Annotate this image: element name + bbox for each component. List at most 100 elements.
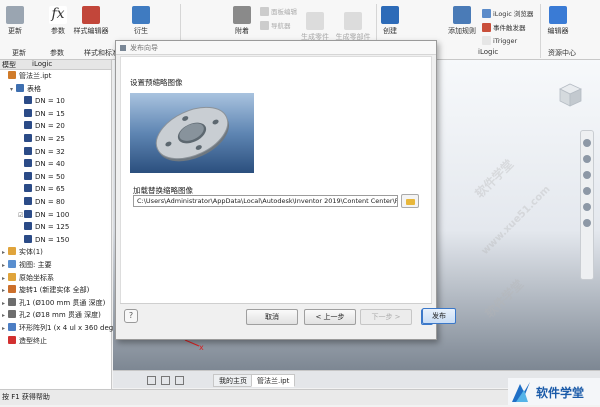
tree-node-icon (8, 310, 16, 319)
tree-node-icon (8, 335, 16, 344)
tree-item[interactable]: DN = 15 (18, 108, 65, 120)
panel-icon (260, 7, 269, 16)
tree-item-label: DN = 100 (35, 210, 70, 219)
viewcube-icon[interactable] (555, 80, 585, 110)
help-button[interactable]: ? (124, 309, 138, 323)
style-editor-button[interactable]: 样式编辑器 (72, 6, 110, 36)
event-trigger-item[interactable]: 事件触发器 (482, 22, 526, 32)
tab-my-home[interactable]: 我的主页 (213, 374, 253, 387)
cancel-button[interactable]: 取消 (246, 309, 298, 325)
tree-node-icon (24, 171, 32, 180)
tree-item-label: DN = 65 (35, 185, 65, 194)
generate-component-button[interactable]: 生成零部件 (334, 12, 372, 42)
tree-item[interactable]: ▸ 孔2 (Ø18 mm 贯通 深度) (2, 309, 101, 321)
tree-item[interactable]: ▸ 视图: 主要 (2, 259, 52, 271)
thumbnail-label: 设置预缩略图像 (130, 78, 183, 87)
tree-item[interactable]: 造型终止 (2, 335, 47, 347)
derive-icon (132, 6, 150, 24)
add-rule-button[interactable]: 添加规则 (446, 6, 478, 36)
tree-node-icon (24, 209, 32, 218)
tree-item[interactable]: DN = 40 (18, 158, 65, 170)
tree-node-icon (24, 96, 32, 105)
create-button[interactable]: 创建 (378, 6, 402, 36)
cascade-view-icon[interactable] (161, 376, 170, 385)
tree-item[interactable]: ▸ 孔1 (Ø100 mm 贯通 深度) (2, 297, 105, 309)
tree-node-icon (24, 159, 32, 168)
tree-item[interactable]: ▸ 环形阵列1 (x 4 ul x 360 deg) (2, 322, 116, 334)
tree-item[interactable]: DN = 80 (18, 196, 65, 208)
tree-item[interactable]: ▸ 实体(1) (2, 246, 43, 258)
look-at-icon[interactable] (583, 203, 591, 211)
tree-item[interactable]: DN = 32 (18, 146, 65, 158)
attach-button[interactable]: 附着 (228, 6, 256, 36)
navigator-icon (260, 21, 269, 30)
tree-item[interactable]: DN = 150 (18, 234, 69, 246)
group-label-parameters: 参数 (50, 49, 64, 57)
tab-flange-ipt[interactable]: 管法兰.ipt (251, 374, 296, 387)
panel-edit-item[interactable]: 面板编辑 (260, 6, 297, 16)
pan-icon[interactable] (583, 155, 591, 163)
navigation-bar[interactable] (580, 130, 594, 280)
status-text: 按 F1 获得帮助 (2, 393, 50, 401)
tab-model[interactable]: 模型 (2, 60, 16, 70)
tree-item[interactable]: 管法兰.ipt (2, 70, 51, 82)
dialog-title-bar[interactable]: 发布向导 (116, 41, 436, 55)
group-label-update: 更新 (12, 49, 26, 57)
group-label-content-center: 资源中心 (548, 49, 576, 57)
generate-part-button[interactable]: 生成零件 (300, 12, 330, 42)
tree-node-icon (8, 285, 16, 294)
parameters-button[interactable]: fx 参数 (46, 6, 70, 36)
tile-view-icon[interactable] (147, 376, 156, 385)
tab-list-icon[interactable] (175, 376, 184, 385)
tree-node-icon (8, 323, 16, 331)
derive-button[interactable]: 衍生 (130, 6, 152, 36)
tree-item-label: 视图: 主要 (19, 261, 52, 269)
tree-item-label: DN = 15 (35, 109, 65, 118)
full-navigation-wheel-icon[interactable] (583, 139, 591, 147)
tree-item-label: DN = 50 (35, 172, 65, 181)
generate-component-icon (344, 12, 362, 30)
tree-item[interactable]: DN = 25 (18, 133, 65, 145)
editor-button[interactable]: 编辑器 (545, 6, 571, 36)
tree-item[interactable]: ▸ 原始坐标系 (2, 272, 54, 284)
browse-button[interactable] (401, 194, 419, 208)
update-button[interactable]: 更新 (2, 6, 28, 36)
thumbnail-path-input[interactable]: C:\Users\Administrator\AppData\Local\Aut… (133, 195, 398, 207)
ribbon-separator (540, 4, 541, 58)
navigator-item[interactable]: 导航器 (260, 20, 291, 30)
tree-item-label: 管法兰.ipt (19, 72, 52, 80)
orbit-icon[interactable] (583, 187, 591, 195)
itrigger-item[interactable]: iTrigger (482, 36, 517, 45)
tree-node-icon (24, 134, 32, 142)
svg-text:x: x (199, 343, 204, 352)
tree-item[interactable]: DN = 10 (18, 95, 65, 107)
thumbnail-preview (130, 93, 254, 173)
editor-icon (549, 6, 567, 24)
tree-item-label: DN = 125 (35, 223, 70, 232)
tree-item-label: DN = 40 (35, 160, 65, 169)
tree-item[interactable]: DN = 65 (18, 183, 65, 195)
tree-item-label: DN = 20 (35, 122, 65, 131)
tree-item[interactable]: ☑ DN = 100 (18, 209, 69, 221)
ilogic-browser-icon (482, 9, 491, 18)
dialog-title: 发布向导 (130, 44, 158, 52)
fx-icon: fx (49, 6, 67, 24)
publish-button[interactable]: 发布 (422, 308, 456, 324)
tree-item-label: 环形阵列1 (x 4 ul x 360 deg) (19, 324, 116, 332)
navbar-menu-icon[interactable] (583, 219, 591, 227)
site-logo: 软件学堂 (508, 378, 600, 405)
tree-item[interactable]: ▾ 表格 (10, 83, 41, 95)
next-button[interactable]: 下一步 > (360, 309, 412, 325)
tree-item[interactable]: ▸ 旋转1 (新建实体 全部) (2, 284, 89, 296)
dialog-divider (120, 303, 432, 304)
tree-item-label: 原始坐标系 (19, 273, 54, 282)
previous-button[interactable]: < 上一步 (304, 309, 356, 325)
tree-item-label: 表格 (27, 84, 41, 93)
tree-item[interactable]: DN = 20 (18, 120, 65, 132)
tab-ilogic[interactable]: iLogic (32, 60, 52, 68)
tree-item[interactable]: DN = 50 (18, 171, 65, 183)
ilogic-browser-item[interactable]: iLogic 浏览器 (482, 8, 533, 18)
tree-item[interactable]: DN = 125 (18, 221, 69, 233)
tree-item-label: DN = 10 (35, 97, 65, 106)
zoom-icon[interactable] (583, 171, 591, 179)
